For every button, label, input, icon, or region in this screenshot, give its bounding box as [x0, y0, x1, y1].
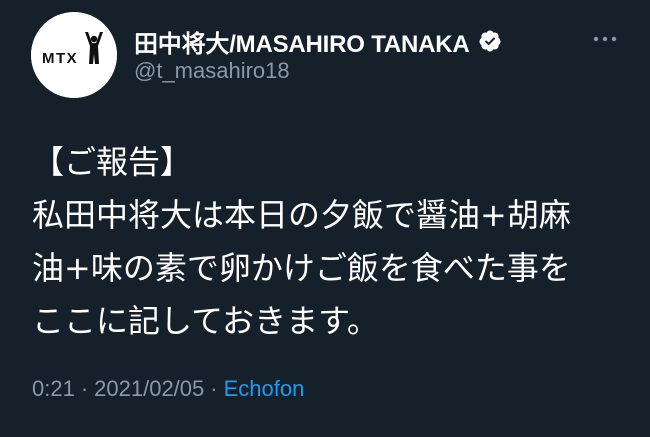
avatar-logo-text: MTX — [42, 50, 78, 67]
tweet-source-link[interactable]: Echofon — [224, 376, 305, 402]
tweet-date[interactable]: 2021/02/05 — [94, 376, 204, 402]
tweet-meta: 0:21 · 2021/02/05 · Echofon — [32, 374, 304, 404]
more-options-button[interactable] — [586, 28, 624, 50]
tweet-line: 私田中将大は本日の夕飯で醤油+胡麻 — [32, 196, 571, 234]
meta-separator: · — [210, 376, 218, 401]
author-handle[interactable]: @t_masahiro18 — [134, 58, 290, 84]
tweet-line: 油+味の素で卵かけご飯を食べた事を — [32, 249, 571, 287]
avatar[interactable]: MTX — [31, 12, 117, 98]
tweet-line: ここに記しておきます。 — [32, 302, 379, 340]
more-options-icon — [593, 36, 617, 42]
tweet-line: 【ご報告】 — [32, 143, 193, 181]
avatar-logo: MTX — [31, 12, 117, 98]
tweet-time[interactable]: 0:21 — [32, 376, 75, 402]
meta-separator: · — [80, 376, 89, 401]
tweet-card: MTX 田中将大/MASAHIRO TANAKA @t_masahiro18 【… — [0, 0, 650, 437]
tweet-body: 【ご報告】 私田中将大は本日の夕飯で醤油+胡麻 油+味の素で卵かけご飯を食べた事… — [32, 136, 632, 348]
verified-badge-icon — [478, 29, 502, 53]
author-name-row: 田中将大/MASAHIRO TANAKA — [134, 24, 502, 58]
display-name[interactable]: 田中将大/MASAHIRO TANAKA — [134, 24, 470, 59]
